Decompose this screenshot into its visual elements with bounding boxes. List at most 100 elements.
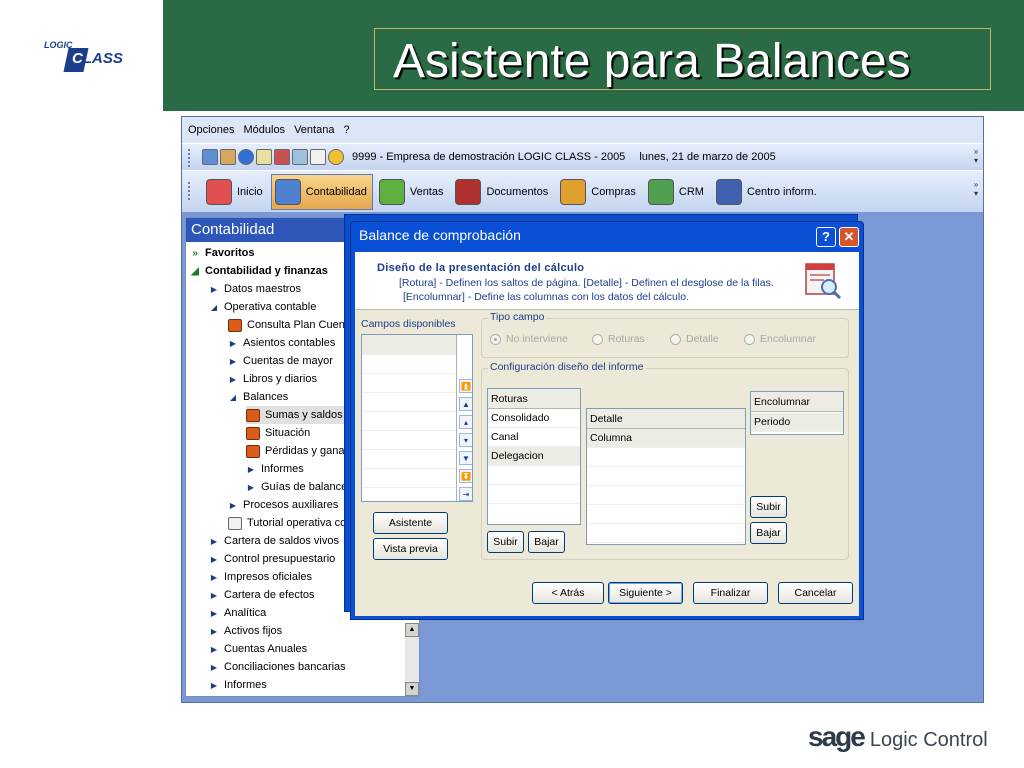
tree-item-libros-diarios[interactable]: ▶ Libros y diarios bbox=[228, 370, 317, 388]
tree-item-analitica[interactable]: ▶ Analítica bbox=[209, 604, 266, 622]
tree-item-contabilidad-finanzas[interactable]: ◢ Contabilidad y finanzas bbox=[190, 262, 328, 280]
encolumnar-listbox[interactable]: Encolumnar Periodo bbox=[750, 391, 844, 435]
list-item[interactable] bbox=[362, 355, 456, 374]
encolumnar-item-encolumnar[interactable]: Encolumnar bbox=[751, 392, 843, 412]
list-item[interactable] bbox=[362, 412, 456, 431]
module-centro-inform[interactable]: Centro inform. bbox=[712, 174, 823, 210]
module-crm[interactable]: CRM bbox=[644, 174, 710, 210]
list-item[interactable] bbox=[362, 469, 456, 488]
roturas-item-consolidado[interactable]: Consolidado bbox=[488, 409, 580, 428]
help-button[interactable]: ? bbox=[816, 227, 836, 247]
tree-item-favoritos[interactable]: » Favoritos bbox=[190, 244, 254, 262]
tree-item-balances[interactable]: ◢ Balances bbox=[228, 388, 288, 406]
finalizar-button[interactable]: Finalizar bbox=[693, 582, 768, 604]
roturas-item-delegacion[interactable]: Delegacion bbox=[488, 447, 580, 466]
exit-icon[interactable]: ⇥ bbox=[459, 487, 472, 501]
list-item[interactable] bbox=[587, 486, 745, 505]
detalle-item-columna[interactable]: Columna bbox=[587, 429, 745, 448]
tree-item-activos-fijos[interactable]: ▶ Activos fijos bbox=[209, 622, 282, 640]
scroll-up-icon[interactable]: ▲ bbox=[405, 623, 419, 637]
close-button[interactable]: ✕ bbox=[839, 227, 859, 247]
list-item[interactable] bbox=[587, 524, 745, 543]
campos-listbox[interactable]: ⏫ ▲ ▴ ▾ ▼ ⏬ ⇥ bbox=[361, 334, 473, 502]
tree-item-procesos[interactable]: ▶ Procesos auxiliares bbox=[228, 496, 338, 514]
tree-item-tutorial[interactable]: Tutorial operativa co bbox=[228, 514, 346, 532]
list-item[interactable] bbox=[362, 393, 456, 412]
tree-item-impresos[interactable]: ▶ Impresos oficiales bbox=[209, 568, 312, 586]
menu-ventana[interactable]: Ventana bbox=[294, 124, 334, 136]
list-item[interactable] bbox=[362, 374, 456, 393]
tree-item-cuentas-anuales[interactable]: ▶ Cuentas Anuales bbox=[209, 640, 307, 658]
list-item[interactable] bbox=[587, 505, 745, 524]
list-item[interactable] bbox=[362, 431, 456, 450]
tree-item-operativa-contable[interactable]: ◢ Operativa contable bbox=[209, 298, 316, 316]
star-icon[interactable] bbox=[328, 149, 344, 165]
tree-item-guias[interactable]: ▶ Guías de balance bbox=[246, 478, 347, 496]
list-item[interactable] bbox=[362, 450, 456, 469]
radio-detalle[interactable]: Detalle bbox=[670, 333, 719, 345]
vista-previa-button[interactable]: Vista previa bbox=[373, 538, 448, 560]
radio-no-interviene[interactable]: No interviene bbox=[490, 333, 568, 345]
move-up-icon[interactable]: ▲ bbox=[459, 397, 472, 411]
tree-item-informes[interactable]: ▶ Informes bbox=[209, 676, 267, 694]
atras-button[interactable]: < Atrás bbox=[532, 582, 604, 604]
users-icon[interactable] bbox=[202, 149, 218, 165]
list-item[interactable] bbox=[488, 466, 580, 485]
menu-opciones[interactable]: Opciones bbox=[188, 124, 234, 136]
module-compras[interactable]: Compras bbox=[556, 174, 642, 210]
subir-encolumnar-button[interactable]: Subir bbox=[750, 496, 787, 518]
scroll-up-icon[interactable]: ▴ bbox=[459, 415, 472, 429]
modules-grip[interactable] bbox=[188, 182, 191, 200]
move-bottom-icon[interactable]: ⏬ bbox=[459, 469, 472, 483]
modules-chevron-icon[interactable]: » ▾ bbox=[971, 180, 981, 198]
tree-item-sumas-saldos[interactable]: Sumas y saldos bbox=[246, 406, 347, 424]
module-documentos[interactable]: Documentos bbox=[451, 174, 554, 210]
tree-item-cartera-saldos[interactable]: ▶ Cartera de saldos vivos bbox=[209, 532, 339, 550]
list-item[interactable] bbox=[362, 335, 456, 355]
asistente-button[interactable]: Asistente bbox=[373, 512, 448, 534]
tree-item-cuentas-mayor[interactable]: ▶ Cuentas de mayor bbox=[228, 352, 333, 370]
help-icon[interactable] bbox=[238, 149, 254, 165]
document-search-icon[interactable] bbox=[292, 149, 308, 165]
detalle-listbox[interactable]: Detalle Columna bbox=[586, 408, 746, 545]
roturas-item-canal[interactable]: Canal bbox=[488, 428, 580, 447]
clipboard-icon[interactable] bbox=[274, 149, 290, 165]
tree-item-cartera-efectos[interactable]: ▶ Cartera de efectos bbox=[209, 586, 315, 604]
bajar-button[interactable]: Bajar bbox=[528, 531, 565, 553]
move-top-icon[interactable]: ⏫ bbox=[459, 379, 472, 393]
toolbar-grip[interactable] bbox=[188, 149, 191, 167]
panel-scrollbar[interactable]: ▲ ▼ bbox=[405, 623, 419, 696]
toolbar-chevron-icon[interactable]: » ▾ bbox=[971, 147, 981, 165]
radio-encolumnar[interactable]: Encolumnar bbox=[744, 333, 816, 345]
bajar-encolumnar-button[interactable]: Bajar bbox=[750, 522, 787, 544]
siguiente-button[interactable]: Siguiente > bbox=[608, 582, 683, 604]
menu-modulos[interactable]: Módulos bbox=[243, 124, 285, 136]
tree-item-informes-balances[interactable]: ▶ Informes bbox=[246, 460, 304, 478]
tree-item-situacion[interactable]: Situación bbox=[246, 424, 310, 442]
subir-button[interactable]: Subir bbox=[487, 531, 524, 553]
list-icon[interactable] bbox=[310, 149, 326, 165]
tree-item-perdidas[interactable]: Pérdidas y ganar bbox=[246, 442, 348, 460]
tree-item-datos-maestros[interactable]: ▶ Datos maestros bbox=[209, 280, 301, 298]
module-inicio[interactable]: Inicio bbox=[202, 174, 269, 210]
tree-item-consulta-plan[interactable]: Consulta Plan Cuenta bbox=[228, 316, 354, 334]
calculator-icon[interactable] bbox=[220, 149, 236, 165]
move-down-icon[interactable]: ▼ bbox=[459, 451, 472, 465]
scroll-down-icon[interactable]: ▼ bbox=[405, 682, 419, 696]
tree-item-conciliaciones[interactable]: ▶ Conciliaciones bancarias bbox=[209, 658, 346, 676]
list-item[interactable] bbox=[587, 448, 745, 467]
radio-roturas[interactable]: Roturas bbox=[592, 333, 645, 345]
cancelar-button[interactable]: Cancelar bbox=[778, 582, 853, 604]
list-item[interactable] bbox=[488, 485, 580, 504]
encolumnar-item-periodo[interactable]: Periodo bbox=[751, 413, 843, 432]
tree-item-asientos[interactable]: ▶ Asientos contables bbox=[228, 334, 335, 352]
menu-help[interactable]: ? bbox=[343, 124, 349, 136]
list-item[interactable] bbox=[587, 467, 745, 486]
scroll-down-icon[interactable]: ▾ bbox=[459, 433, 472, 447]
module-contabilidad[interactable]: Contabilidad bbox=[270, 173, 373, 210]
collapsed-arrow-icon: ▶ bbox=[229, 374, 237, 384]
module-ventas[interactable]: Ventas bbox=[375, 174, 450, 210]
tree-item-control-presupuestario[interactable]: ▶ Control presupuestario bbox=[209, 550, 335, 568]
mail-icon[interactable] bbox=[256, 149, 272, 165]
roturas-listbox[interactable]: Roturas Consolidado Canal Delegacion bbox=[487, 388, 581, 525]
